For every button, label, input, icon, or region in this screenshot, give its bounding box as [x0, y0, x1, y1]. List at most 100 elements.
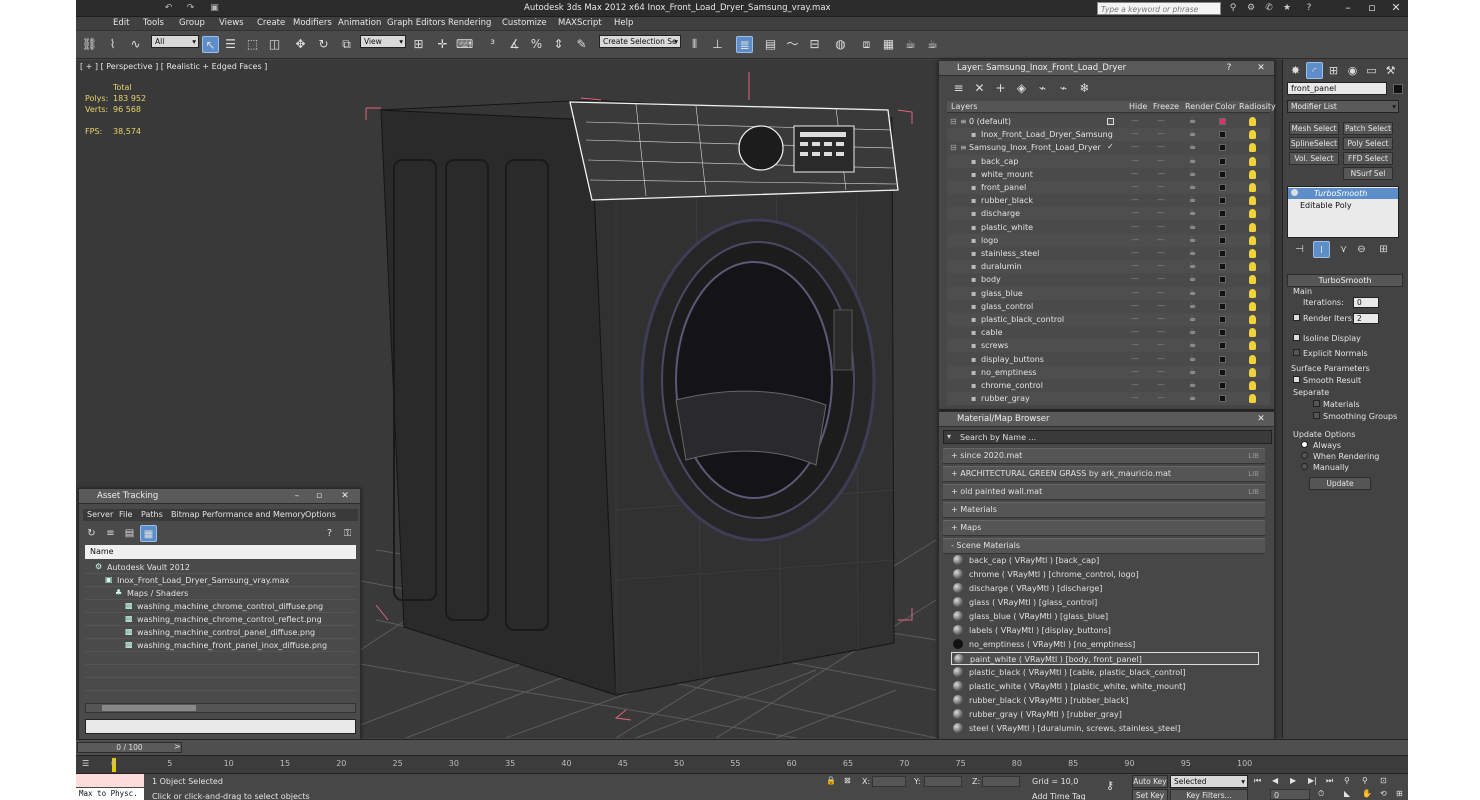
layer-render-icon[interactable]: ☕: [1189, 182, 1196, 191]
scene-material-label[interactable]: plastic_black ( VRayMtl ) [cable, plasti…: [969, 668, 1185, 677]
layer-color-swatch[interactable]: [1219, 263, 1226, 271]
patch-select-button[interactable]: Patch Select: [1343, 122, 1393, 135]
asset-maximize-button[interactable]: ▫: [311, 490, 327, 502]
layer-color-swatch[interactable]: [1219, 289, 1226, 297]
iterations-spinner[interactable]: 0: [1353, 297, 1379, 308]
asset-table-icon[interactable]: ▤: [121, 525, 138, 542]
asset-menu-bitmap[interactable]: Bitmap Performance and Memory: [171, 510, 306, 519]
layer-render-icon[interactable]: ☕: [1189, 222, 1196, 231]
update-always-radio[interactable]: [1301, 441, 1308, 448]
layer-color-swatch[interactable]: [1219, 368, 1226, 376]
layer-radiosity-icon[interactable]: [1249, 341, 1256, 351]
layer-render-icon[interactable]: ☕: [1189, 301, 1196, 310]
asset-name[interactable]: Autodesk Vault 2012: [107, 563, 190, 572]
layer-hide-toggle[interactable]: —: [1131, 261, 1139, 270]
asset-name[interactable]: Inox_Front_Load_Dryer_Samsung_vray.max: [117, 576, 289, 585]
layer-render-icon[interactable]: ☕: [1189, 195, 1196, 204]
asset-row[interactable]: ▩ washing_machine_front_panel_inox_diffus…: [85, 639, 356, 652]
layer-color-swatch[interactable]: [1219, 210, 1226, 218]
subscription-icon[interactable]: ⚙: [1244, 2, 1258, 15]
layer-color-swatch[interactable]: [1219, 131, 1226, 139]
layer-row[interactable]: ▪ chrome_control — — ☕: [947, 379, 1270, 392]
utilities-tab-icon[interactable]: ⚒: [1382, 62, 1399, 79]
asset-name[interactable]: washing_machine_chrome_control_reflect.p…: [137, 615, 322, 624]
modifier-on-icon[interactable]: [1291, 189, 1298, 196]
layer-render-icon[interactable]: ☕: [1189, 129, 1196, 138]
update-button[interactable]: Update: [1309, 477, 1371, 490]
time-slider[interactable]: 0 / 100 >: [76, 739, 1408, 755]
layer-color-swatch[interactable]: [1219, 184, 1226, 191]
mirror-icon[interactable]: ⫴: [686, 36, 703, 53]
layer-hide-toggle[interactable]: —: [1131, 367, 1139, 376]
asset-help-icon[interactable]: ?: [321, 525, 338, 542]
stack-item-editable-poly[interactable]: Editable Poly: [1288, 200, 1398, 211]
time-next-icon[interactable]: >: [174, 742, 181, 751]
key-mode-icon[interactable]: ⚷: [1106, 779, 1114, 792]
snaps-toggle-icon[interactable]: ³: [484, 36, 501, 53]
layer-hide-toggle[interactable]: —: [1131, 222, 1139, 231]
object-color-swatch[interactable]: [1393, 84, 1403, 94]
layer-name[interactable]: body: [981, 275, 1001, 284]
layer-row[interactable]: ▪ glass_blue — — ☕: [947, 286, 1270, 300]
layer-color-swatch[interactable]: [1219, 302, 1226, 310]
layer-hide-toggle[interactable]: —: [1131, 156, 1139, 165]
spinner-snap-icon[interactable]: ⇕: [550, 36, 567, 53]
layer-freeze-toggle[interactable]: —: [1157, 327, 1165, 336]
asset-row[interactable]: ▩ washing_machine_chrome_control_diffuse.…: [85, 600, 356, 613]
scene-material-label[interactable]: labels ( VRayMtl ) [display_buttons]: [969, 626, 1111, 635]
layer-row[interactable]: ▪ plastic_black_control — — ☕: [947, 313, 1270, 326]
maximize-button[interactable]: ▫: [1360, 0, 1384, 16]
layer-name[interactable]: white_mount: [981, 170, 1033, 179]
menu-animation[interactable]: Animation: [338, 18, 381, 28]
rendered-frame-icon[interactable]: ▦: [880, 36, 897, 53]
layer-freeze-toggle[interactable]: —: [1157, 235, 1165, 244]
layer-name[interactable]: cable: [981, 328, 1003, 337]
layer-hide-toggle[interactable]: —: [1131, 169, 1139, 178]
layer-render-icon[interactable]: ☕: [1189, 261, 1196, 270]
layer-name[interactable]: glass_blue: [981, 289, 1023, 298]
pan-icon[interactable]: ✋: [1362, 789, 1372, 798]
layer-name[interactable]: 0 (default): [969, 117, 1011, 126]
orbit-icon[interactable]: ⟲: [1380, 789, 1387, 798]
schematic-view-icon[interactable]: ⊟: [806, 36, 823, 53]
layer-hide-toggle[interactable]: —: [1131, 195, 1139, 204]
layer-render-icon[interactable]: ☕: [1189, 393, 1196, 402]
asset-row[interactable]: ▩ washing_machine_chrome_control_reflect.…: [85, 613, 356, 626]
layer-color-swatch[interactable]: [1219, 236, 1226, 244]
layer-radiosity-icon[interactable]: [1249, 130, 1256, 140]
layer-radiosity-icon[interactable]: [1249, 315, 1256, 324]
layer-radiosity-icon[interactable]: [1249, 381, 1256, 390]
layer-expand-icon[interactable]: ⊟: [950, 117, 957, 126]
asset-grid-icon[interactable]: ▦: [140, 525, 157, 542]
layer-hide-toggle[interactable]: —: [1131, 248, 1139, 257]
asset-scroll-thumb[interactable]: [102, 705, 196, 711]
asset-vault-icon[interactable]: ⚿: [339, 525, 356, 542]
layer-name[interactable]: Samsung_Inox_Front_Load_Dryer: [969, 143, 1101, 152]
layer-color-swatch[interactable]: [1219, 170, 1226, 178]
pin-stack-icon[interactable]: ⊣: [1291, 241, 1308, 258]
field-of-view-icon[interactable]: ◣: [1344, 789, 1350, 798]
col-freeze[interactable]: Freeze: [1153, 102, 1179, 111]
poly-select-button[interactable]: Poly Select: [1343, 137, 1393, 150]
maxscript-mini-listener[interactable]: Max to Physc.: [76, 788, 144, 800]
layer-freeze-toggle[interactable]: —: [1157, 195, 1165, 204]
layer-manager-icon[interactable]: ≣: [736, 36, 753, 53]
layer-row[interactable]: ⊟ ≡ Samsung_Inox_Front_Load_Dryer — — ☕ ✓: [947, 141, 1270, 154]
render-iterative-icon[interactable]: ☕: [924, 36, 941, 53]
layer-render-icon[interactable]: ☕: [1189, 116, 1196, 125]
layer-name[interactable]: rubber_gray: [981, 394, 1030, 403]
layer-row[interactable]: ▪ cable — — ☕: [947, 326, 1270, 339]
layer-row[interactable]: ▪ back_cap — — ☕: [947, 154, 1270, 168]
render-setup-icon[interactable]: ⧈: [858, 36, 875, 53]
scene-material-item[interactable]: steel ( VRayMtl ) [duralumin, screws, st…: [951, 722, 1259, 735]
layer-hide-toggle[interactable]: —: [1131, 208, 1139, 217]
material-category-label[interactable]: + since 2020.mat: [951, 451, 1022, 460]
layer-name[interactable]: logo: [981, 236, 998, 245]
materials-checkbox[interactable]: [1313, 400, 1320, 407]
layer-freeze-toggle[interactable]: —: [1157, 301, 1165, 310]
scene-material-label[interactable]: rubber_black ( VRayMtl ) [rubber_black]: [969, 696, 1128, 705]
auto-key-button[interactable]: Auto Key: [1132, 775, 1168, 788]
layer-freeze-toggle[interactable]: —: [1157, 340, 1165, 349]
layer-name[interactable]: front_panel: [981, 183, 1026, 192]
layer-row[interactable]: ▪ rubber_gray — — ☕: [947, 392, 1270, 405]
